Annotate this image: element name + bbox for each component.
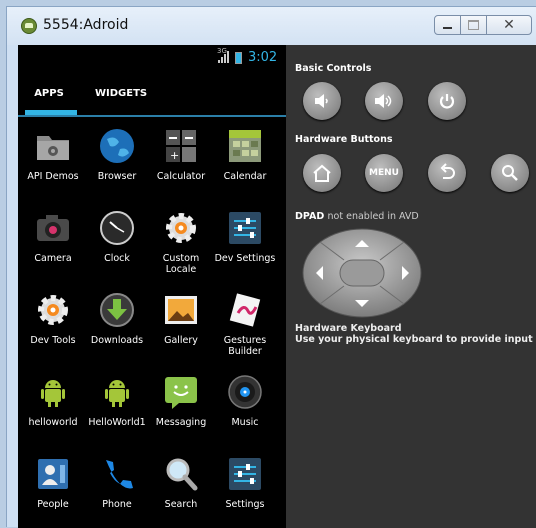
emulator-window: 5554:Adroid ✕ 3G 3:02 APPS WIDGETS API D… <box>6 6 536 528</box>
contacts-icon <box>38 459 68 489</box>
minimize-icon <box>443 27 452 29</box>
android-emulator-icon <box>21 18 37 34</box>
maximize-button[interactable] <box>460 15 487 35</box>
sliders-icon <box>229 212 261 244</box>
back-arrow-icon <box>440 163 455 179</box>
volume-down-button[interactable] <box>303 82 341 120</box>
window-title: 5554:Adroid <box>43 17 129 33</box>
app-calculator[interactable]: + Calculator <box>149 119 213 199</box>
dpad-heading: DPAD not enabled in AVD <box>295 211 419 222</box>
camera-icon <box>37 215 69 241</box>
emulator-controls-panel: Basic Controls Hardware Buttons MENU DPA… <box>286 45 536 528</box>
download-icon <box>100 293 134 327</box>
hardware-keyboard-heading: Hardware Keyboard <box>295 323 402 334</box>
app-api-demos[interactable]: API Demos <box>21 119 85 199</box>
phone-icon <box>106 460 133 489</box>
clock-icon <box>100 211 134 245</box>
android-icon <box>41 380 65 407</box>
app-helloworld[interactable]: helloworld <box>21 365 85 445</box>
app-drawer-tabs: APPS WIDGETS <box>18 70 286 117</box>
app-search[interactable]: Search <box>149 447 213 527</box>
power-button[interactable] <box>428 82 466 120</box>
calendar-icon <box>229 130 261 162</box>
gestures-icon <box>229 293 261 327</box>
home-icon <box>313 164 331 182</box>
app-camera[interactable]: Camera <box>21 201 85 281</box>
calculator-icon: + <box>166 130 196 162</box>
battery-icon <box>235 52 242 64</box>
app-phone[interactable]: Phone <box>85 447 149 527</box>
back-button[interactable] <box>428 154 466 192</box>
app-helloworld1[interactable]: HelloWorld1 <box>85 365 149 445</box>
app-messaging[interactable]: Messaging <box>149 365 213 445</box>
gallery-icon <box>165 296 197 324</box>
tab-apps-indicator <box>25 110 77 115</box>
close-icon: ✕ <box>503 17 515 33</box>
search-button[interactable] <box>491 154 529 192</box>
hardware-buttons-heading: Hardware Buttons <box>295 134 393 145</box>
maximize-icon <box>468 20 479 30</box>
basic-controls-heading: Basic Controls <box>295 63 372 74</box>
power-icon <box>439 94 455 109</box>
volume-up-button[interactable] <box>365 82 403 120</box>
menu-button[interactable]: MENU <box>365 154 403 192</box>
tab-widgets[interactable]: WIDGETS <box>95 88 147 99</box>
close-button[interactable]: ✕ <box>486 15 532 35</box>
app-settings[interactable]: Settings <box>213 447 277 527</box>
hardware-keyboard-note: Use your physical keyboard to provide in… <box>295 334 533 345</box>
status-time: 3:02 <box>248 50 278 65</box>
title-bar[interactable]: 5554:Adroid ✕ <box>7 7 536 45</box>
app-music[interactable]: Music <box>213 365 277 445</box>
volume-up-icon <box>375 94 392 108</box>
app-people[interactable]: People <box>21 447 85 527</box>
app-dev-tools[interactable]: Dev Tools <box>21 283 85 363</box>
app-custom-locale[interactable]: Custom Locale <box>149 201 213 281</box>
app-browser[interactable]: Browser <box>85 119 149 199</box>
app-clock[interactable]: Clock <box>85 201 149 281</box>
gear-icon <box>166 213 196 243</box>
globe-icon <box>100 129 134 163</box>
android-icon <box>105 380 129 407</box>
status-bar: 3G 3:02 <box>18 45 286 70</box>
svg-text:+: + <box>170 149 179 162</box>
emulator-client: 3G 3:02 APPS WIDGETS API Demos Browser +… <box>18 45 536 528</box>
gear-icon <box>38 295 68 325</box>
home-button[interactable] <box>303 154 341 192</box>
message-icon <box>165 377 197 409</box>
app-calendar[interactable]: Calendar <box>213 119 277 199</box>
volume-down-icon <box>315 94 328 108</box>
sliders-icon <box>229 458 261 490</box>
folder-gear-icon <box>37 136 69 160</box>
signal-icon <box>218 51 229 63</box>
app-gestures-builder[interactable]: Gestures Builder <box>213 283 277 363</box>
app-dev-settings[interactable]: Dev Settings <box>213 201 277 281</box>
search-icon <box>502 165 518 181</box>
app-downloads[interactable]: Downloads <box>85 283 149 363</box>
dpad-control[interactable] <box>302 228 423 319</box>
minimize-button[interactable] <box>434 15 461 35</box>
search-icon <box>166 458 198 491</box>
music-icon <box>228 375 262 409</box>
tab-apps[interactable]: APPS <box>30 88 68 99</box>
phone-screen[interactable]: 3G 3:02 APPS WIDGETS API Demos Browser +… <box>18 45 286 528</box>
app-gallery[interactable]: Gallery <box>149 283 213 363</box>
